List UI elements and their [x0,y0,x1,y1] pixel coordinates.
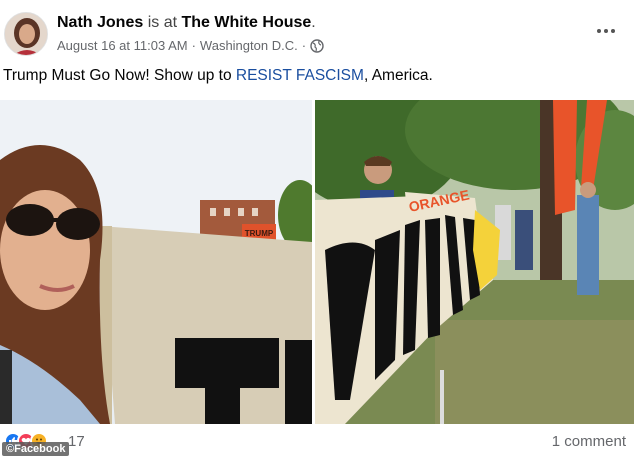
post-footer: 17 1 comment ©Facebook [0,424,634,459]
dot-icon [611,29,615,33]
svg-text:TRUMP: TRUMP [245,229,274,238]
dot-icon [597,29,601,33]
avatar[interactable] [4,12,48,56]
post-timestamp[interactable]: August 16 at 11:03 AM [57,38,188,53]
checkin-place[interactable]: The White House [182,14,312,31]
checkin-period: . [311,14,316,31]
post-header: Nath Jones is at The White House. August… [0,0,634,60]
post-location[interactable]: Washington D.C. [200,38,298,53]
hashtag-link[interactable]: RESIST FASCISM [236,67,364,84]
more-options-button[interactable] [596,24,616,38]
comments-link[interactable]: 1 comment [552,433,626,450]
photo-protest[interactable]: ORANGE [315,100,634,424]
dot-icon [604,29,608,33]
photo-selfie[interactable]: TRUMP MUST [0,100,312,424]
facebook-watermark: ©Facebook [2,442,70,456]
avatar-image [5,13,47,55]
meta-separator: · [191,38,196,53]
author-name[interactable]: Nath Jones [57,14,143,31]
author-line: Nath Jones is at The White House. [57,14,316,32]
selfie-image: TRUMP MUST [0,100,312,424]
reaction-count[interactable]: 17 [68,433,85,450]
protest-image: ORANGE [315,100,634,424]
post-text: Trump Must Go Now! Show up to RESIST FAS… [3,67,433,85]
orange-banner [553,100,577,215]
meta-separator-2: · [301,38,307,53]
checkin-text: is at [147,14,178,31]
post-text-start: Trump Must Go Now! Show up to [3,67,236,84]
post-meta: August 16 at 11:03 AM · Washington D.C. … [57,38,324,53]
post-text-end: , America. [363,67,433,84]
globe-icon [310,38,324,53]
